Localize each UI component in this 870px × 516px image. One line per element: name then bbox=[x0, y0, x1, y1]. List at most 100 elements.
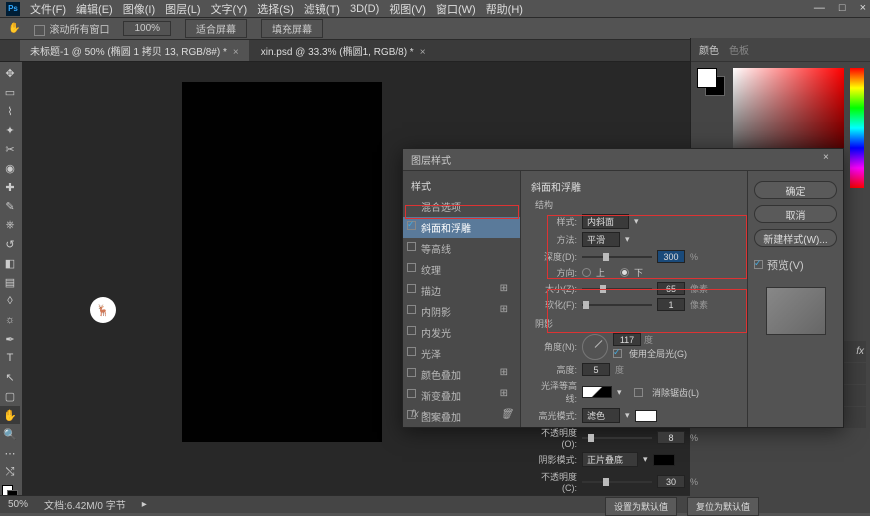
menu-filter[interactable]: 滤镜(T) bbox=[304, 1, 340, 17]
soften-slider[interactable] bbox=[582, 304, 652, 306]
style-dropdown[interactable]: 内斜面 bbox=[582, 214, 629, 229]
move-tool-icon[interactable]: ✥ bbox=[0, 64, 20, 82]
trash-icon[interactable]: 🗑 bbox=[500, 409, 513, 420]
app-logo: Ps bbox=[6, 2, 20, 16]
layer-style-dialog: 图层样式 × 样式 混合选项 斜面和浮雕等高线纹理描边⊞内阴影⊞内发光光泽颜色叠… bbox=[402, 148, 844, 428]
sh-opacity-slider[interactable] bbox=[582, 481, 652, 483]
preview-thumb bbox=[766, 287, 826, 335]
hue-slider[interactable] bbox=[850, 68, 864, 188]
heal-tool-icon[interactable]: ✚ bbox=[0, 178, 20, 196]
crop-tool-icon[interactable]: ✂ bbox=[0, 140, 20, 158]
gradient-tool-icon[interactable]: ▤ bbox=[0, 273, 20, 291]
blur-tool-icon[interactable]: ◊ bbox=[0, 292, 20, 310]
make-default-button[interactable]: 设置为默认值 bbox=[605, 497, 677, 516]
doc-tab-2[interactable]: xin.psd @ 33.3% (椭圆1, RGB/8) *× bbox=[251, 40, 436, 61]
doc-tab-1[interactable]: 未标题-1 @ 50% (椭圆 1 拷贝 13, RGB/8#) *× bbox=[20, 40, 249, 61]
menu-file[interactable]: 文件(F) bbox=[30, 1, 66, 17]
new-style-button[interactable]: 新建样式(W)... bbox=[754, 229, 837, 247]
altitude-input[interactable] bbox=[582, 363, 610, 376]
styles-header[interactable]: 样式 bbox=[403, 175, 520, 196]
menu-view[interactable]: 视图(V) bbox=[389, 1, 426, 17]
swap-colors-icon[interactable]: ⤭ bbox=[0, 463, 20, 481]
hl-mode-dropdown[interactable]: 滤色 bbox=[582, 408, 620, 423]
dir-up-radio[interactable] bbox=[582, 268, 591, 277]
opt-scroll-all[interactable]: 滚动所有窗口 bbox=[34, 21, 109, 36]
reset-default-button[interactable]: 复位为默认值 bbox=[687, 497, 759, 516]
color-tab[interactable]: 颜色 bbox=[699, 42, 719, 57]
dir-down-radio[interactable] bbox=[620, 268, 629, 277]
effect-satin[interactable]: 光泽 bbox=[403, 343, 520, 364]
sh-mode-dropdown[interactable]: 正片叠底 bbox=[582, 452, 638, 467]
dialog-close-icon[interactable]: × bbox=[823, 152, 837, 166]
close-icon[interactable]: × bbox=[860, 2, 866, 14]
tab-close-icon[interactable]: × bbox=[233, 47, 239, 58]
gloss-contour[interactable] bbox=[582, 386, 612, 398]
blend-options[interactable]: 混合选项 bbox=[403, 196, 520, 217]
eyedropper-tool-icon[interactable]: ◉ bbox=[0, 159, 20, 177]
effect-gradoverlay[interactable]: 渐变叠加⊞ bbox=[403, 385, 520, 406]
depth-slider[interactable] bbox=[582, 256, 652, 258]
fg-bg-swatch[interactable] bbox=[697, 68, 727, 98]
antialias-checkbox[interactable] bbox=[634, 388, 643, 397]
menu-edit[interactable]: 编辑(E) bbox=[76, 1, 113, 17]
shape-tool-icon[interactable]: ▢ bbox=[0, 387, 20, 405]
angle-dial[interactable] bbox=[582, 334, 608, 360]
maximize-icon[interactable]: □ bbox=[839, 2, 846, 14]
dodge-tool-icon[interactable]: ☼ bbox=[0, 311, 20, 329]
preview-checkbox[interactable] bbox=[754, 260, 763, 269]
size-input[interactable] bbox=[657, 282, 685, 295]
eraser-tool-icon[interactable]: ◧ bbox=[0, 254, 20, 272]
menu-select[interactable]: 选择(S) bbox=[257, 1, 294, 17]
dialog-titlebar[interactable]: 图层样式 × bbox=[403, 149, 843, 171]
minimize-icon[interactable]: — bbox=[814, 2, 825, 14]
menu-3d[interactable]: 3D(D) bbox=[350, 3, 379, 15]
sh-color-swatch[interactable] bbox=[653, 454, 675, 466]
effect-texture[interactable]: 纹理 bbox=[403, 259, 520, 280]
depth-input[interactable] bbox=[657, 250, 685, 263]
effect-coloroverlay[interactable]: 颜色叠加⊞ bbox=[403, 364, 520, 385]
stamp-tool-icon[interactable]: ⎈ bbox=[0, 216, 20, 234]
hand-tool-icon[interactable]: ✋ bbox=[0, 406, 20, 424]
soften-input[interactable] bbox=[657, 298, 685, 311]
marquee-tool-icon[interactable]: ▭ bbox=[0, 83, 20, 101]
brush-tool-icon[interactable]: ✎ bbox=[0, 197, 20, 215]
opt-fit-screen[interactable]: 适合屏幕 bbox=[185, 19, 247, 38]
angle-input[interactable] bbox=[613, 333, 641, 346]
effect-contour[interactable]: 等高线 bbox=[403, 238, 520, 259]
menu-layer[interactable]: 图层(L) bbox=[165, 1, 200, 17]
menu-image[interactable]: 图像(I) bbox=[123, 1, 155, 17]
opt-zoom[interactable]: 100% bbox=[123, 21, 171, 36]
effect-innerglow[interactable]: 内发光 bbox=[403, 322, 520, 343]
lasso-tool-icon[interactable]: ⌇ bbox=[0, 102, 20, 120]
hl-opacity-slider[interactable] bbox=[582, 437, 652, 439]
wand-tool-icon[interactable]: ✦ bbox=[0, 121, 20, 139]
hl-color-swatch[interactable] bbox=[635, 410, 657, 422]
path-tool-icon[interactable]: ↖ bbox=[0, 368, 20, 386]
status-zoom[interactable]: 50% bbox=[8, 499, 28, 510]
menu-window[interactable]: 窗口(W) bbox=[436, 1, 476, 17]
ellipsis-icon[interactable]: ⋯ bbox=[0, 444, 20, 462]
hl-opacity-input[interactable] bbox=[657, 431, 685, 444]
history-brush-icon[interactable]: ↺ bbox=[0, 235, 20, 253]
effect-bevel[interactable]: 斜面和浮雕 bbox=[403, 217, 520, 238]
menu-help[interactable]: 帮助(H) bbox=[486, 1, 523, 17]
tab-close-icon[interactable]: × bbox=[420, 47, 426, 58]
effect-stroke[interactable]: 描边⊞ bbox=[403, 280, 520, 301]
sh-opacity-input[interactable] bbox=[657, 475, 685, 488]
dialog-title: 图层样式 bbox=[411, 152, 451, 167]
fx-menu-icon[interactable]: fx + - bbox=[411, 409, 434, 420]
opt-fill-screen[interactable]: 填充屏幕 bbox=[261, 19, 323, 38]
menu-type[interactable]: 文字(Y) bbox=[211, 1, 248, 17]
ok-button[interactable]: 确定 bbox=[754, 181, 837, 199]
technique-dropdown[interactable]: 平滑 bbox=[582, 232, 620, 247]
swatches-tab[interactable]: 色板 bbox=[729, 42, 749, 57]
cancel-button[interactable]: 取消 bbox=[754, 205, 837, 223]
effect-innershadow[interactable]: 内阴影⊞ bbox=[403, 301, 520, 322]
pen-tool-icon[interactable]: ✒ bbox=[0, 330, 20, 348]
hand-tool-icon[interactable]: ✋ bbox=[8, 23, 20, 34]
zoom-tool-icon[interactable]: 🔍 bbox=[0, 425, 20, 443]
canvas-content bbox=[182, 82, 382, 442]
type-tool-icon[interactable]: T bbox=[0, 349, 20, 367]
size-slider[interactable] bbox=[582, 288, 652, 290]
global-light-checkbox[interactable] bbox=[613, 349, 622, 358]
